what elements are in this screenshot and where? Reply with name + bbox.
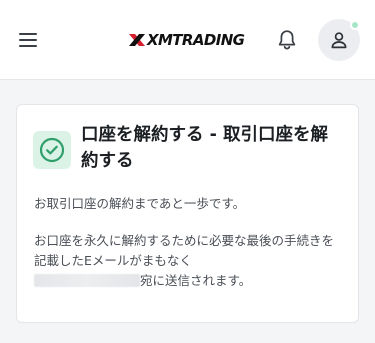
message-email-prefix: お口座を永久に解約するために必要な最後の手続きを記載したEメールがまもなく (34, 233, 335, 268)
message-email-notice: お口座を永久に解約するために必要な最後の手続きを記載したEメールがまもなく宛に送… (34, 231, 334, 291)
message-next-step: お取引口座の解約まであと一歩です。 (34, 196, 246, 211)
account-closure-card: 口座を解約する - 取引口座を解約する お取引口座の解約まであと一歩です。 お口… (16, 104, 359, 323)
card-title: 口座を解約する - 取引口座を解約する (81, 125, 328, 171)
status-badge (33, 131, 71, 169)
check-circle-icon (39, 137, 65, 163)
redacted-email-address (34, 274, 140, 287)
xmtrading-logo[interactable]: XMTRADING (128, 27, 246, 53)
notifications-button[interactable] (274, 27, 300, 53)
app-header: XMTRADING (0, 0, 375, 80)
profile-button[interactable] (318, 19, 360, 61)
logo-x-mark-icon (129, 34, 145, 46)
logo-text: XMTRADING (147, 31, 245, 49)
online-status-dot (350, 20, 360, 30)
user-icon (331, 32, 347, 49)
hamburger-menu-icon (19, 33, 37, 47)
menu-button[interactable] (16, 28, 40, 52)
bell-icon (278, 30, 296, 50)
message-email-suffix: 宛に送信されます。 (140, 273, 252, 288)
